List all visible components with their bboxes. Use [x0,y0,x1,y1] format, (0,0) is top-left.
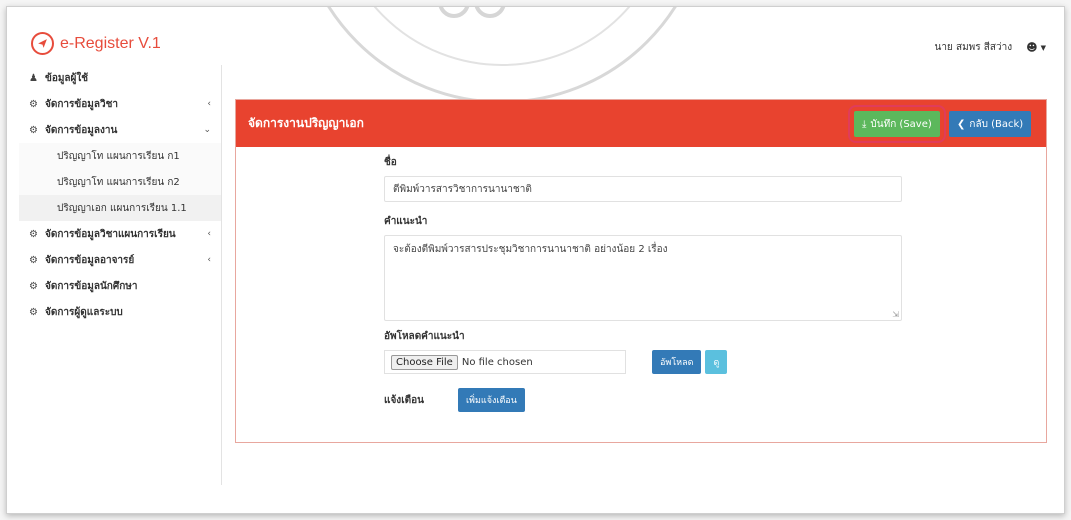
sidebar-item-students[interactable]: ⚙ จัดการข้อมูลนักศึกษา [19,273,221,299]
file-status: No file chosen [461,356,533,368]
back-button[interactable]: ❮ กลับ (Back) [949,111,1032,137]
brand-title: e-Register V.1 [60,34,161,52]
view-upload-button[interactable]: ดู [705,350,728,374]
save-button[interactable]: ⤓ บันทึก (Save) [848,105,946,143]
upload-label: อัพโหลดคำแนะนำ [384,331,465,342]
panel-header: จัดการงานปริญญาเอก ⤓ บันทึก (Save) ❮ กลั… [236,100,1046,147]
download-icon: ⤓ [862,118,867,130]
back-button-label: กลับ (Back) [969,118,1024,130]
sidebar: ♟ ข้อมูลผู้ใช้ ⚙ จัดการข้อมูลวิชา ‹ ⚙ จั… [19,65,222,485]
task-panel: จัดการงานปริญญาเอก ⤓ บันทึก (Save) ❮ กลั… [235,99,1047,443]
sidebar-item-label: จัดการผู้ดูแลระบบ [45,306,123,318]
gears-icon: ⚙ [29,98,38,110]
sidebar-item-admins[interactable]: ⚙ จัดการผู้ดูแลระบบ [19,299,221,325]
notify-row: แจ้งเตือน เพิ่มแจ้งเตือน [384,388,904,412]
sidebar-item-label: จัดการข้อมูลงาน [45,124,118,136]
task-form: ชื่อ ตีพิมพ์วารสารวิชาการนานาชาติ คำแนะน… [384,155,904,412]
upload-button[interactable]: อัพโหลด [652,350,702,374]
sidebar-item-label: จัดการข้อมูลวิชา [45,98,118,110]
user-name: นาย สมพร สีสว่าง [934,42,1013,53]
user-menu[interactable]: นาย สมพร สีสว่าง ☻ ▼ [934,40,1046,55]
name-field[interactable]: ตีพิมพ์วารสารวิชาการนานาชาติ [384,176,902,202]
notify-label: แจ้งเตือน [384,394,424,406]
description-field[interactable]: จะต้องตีพิมพ์วารสารประชุมวิชาการนานาชาติ… [384,235,902,321]
upload-row: Choose File No file chosen อัพโหลด ดู [384,350,904,374]
paper-plane-icon [31,32,54,55]
back-circle-icon: ❮ [957,118,966,130]
gears-icon: ⚙ [29,124,38,136]
sidebar-item-label: จัดการข้อมูลวิชาแผนการเรียน [45,228,176,240]
panel-title: จัดการงานปริญญาเอก [248,116,364,130]
resize-grip-icon[interactable]: ⇲ [892,310,899,319]
chevron-left-icon: ‹ [207,229,211,239]
description-label: คำแนะนำ [384,216,428,227]
sidebar-subitem-doctoral-1-1[interactable]: ปริญญาเอก แผนการเรียน 1.1 [19,195,221,221]
app-window: e-Register V.1 นาย สมพร สีสว่าง ☻ ▼ ♟ ข้… [6,6,1065,514]
sidebar-item-study-plans[interactable]: ⚙ จัดการข้อมูลวิชาแผนการเรียน ‹ [19,221,221,247]
sidebar-item-label: จัดการข้อมูลนักศึกษา [45,280,138,292]
brand[interactable]: e-Register V.1 [31,32,161,55]
sidebar-subitem-master-a1[interactable]: ปริญญาโท แผนการเรียน ก1 [19,143,221,169]
chevron-left-icon: ‹ [207,99,211,109]
name-label: ชื่อ [384,157,397,168]
user-icon: ☻ [1026,41,1038,54]
gears-icon: ⚙ [29,228,38,240]
sidebar-item-advisors[interactable]: ⚙ จัดการข้อมูลอาจารย์ ‹ [19,247,221,273]
users-icon: ♟ [29,72,38,84]
chevron-down-icon: ⌄ [203,125,211,135]
chevron-left-icon: ‹ [207,255,211,265]
gears-icon: ⚙ [29,280,38,292]
gears-icon: ⚙ [29,306,38,318]
sidebar-subitem-master-a2[interactable]: ปริญญาโท แผนการเรียน ก2 [19,169,221,195]
caret-down-icon: ▼ [1040,43,1046,52]
gears-icon: ⚙ [29,254,38,266]
sidebar-item-users[interactable]: ♟ ข้อมูลผู้ใช้ [19,65,221,91]
sidebar-item-label: จัดการข้อมูลอาจารย์ [45,254,135,266]
sidebar-item-label: ข้อมูลผู้ใช้ [45,72,89,84]
sidebar-item-subjects[interactable]: ⚙ จัดการข้อมูลวิชา ‹ [19,91,221,117]
description-text: จะต้องตีพิมพ์วารสารประชุมวิชาการนานาชาติ… [393,244,668,255]
save-button-label: บันทึก (Save) [870,118,932,130]
file-input[interactable]: Choose File No file chosen [384,350,626,374]
sidebar-item-tasks[interactable]: ⚙ จัดการข้อมูลงาน ⌄ [19,117,221,143]
add-notification-button[interactable]: เพิ่มแจ้งเตือน [457,388,525,412]
choose-file-button[interactable]: Choose File [391,354,458,370]
